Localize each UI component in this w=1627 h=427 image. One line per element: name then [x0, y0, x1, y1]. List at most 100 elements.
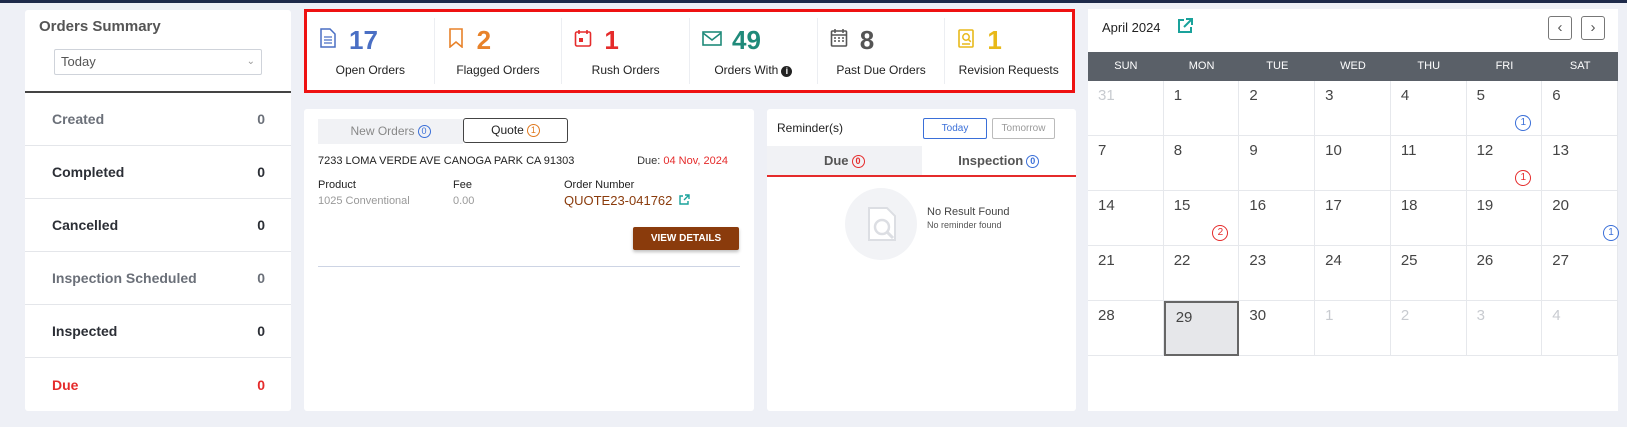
info-icon[interactable]: i	[781, 66, 793, 77]
order-number-link[interactable]: QUOTE23-041762	[564, 193, 691, 209]
calendar-day-number: 26	[1476, 252, 1494, 269]
calendar-day[interactable]: 3	[1315, 81, 1391, 136]
view-details-button[interactable]: VIEW DETAILS	[633, 227, 739, 250]
order-divider	[318, 266, 740, 267]
order-due: Due: 04 Nov, 2024	[637, 155, 728, 167]
chevron-left-icon: ‹	[1557, 19, 1563, 36]
calendar-day[interactable]: 28	[1088, 301, 1164, 356]
calendar-day-number: 25	[1400, 252, 1418, 269]
calendar-day[interactable]: 22	[1163, 246, 1240, 301]
summary-row-completed[interactable]: Completed 0	[25, 146, 291, 199]
stat-label: Rush Orders	[591, 63, 660, 77]
calendar-day[interactable]: 10	[1315, 136, 1391, 191]
weekday-label: THU	[1417, 60, 1441, 72]
stat-flagged-orders[interactable]: 2 Flagged Orders	[435, 18, 563, 84]
stat-label-wrap: Open Orders	[307, 63, 434, 77]
calendar-day[interactable]: 18	[1390, 191, 1467, 246]
tab-new-orders[interactable]: New Orders 0	[318, 119, 463, 144]
stat-open-orders[interactable]: 17 Open Orders	[307, 18, 435, 84]
calendar-day-number: 29	[1175, 309, 1193, 326]
calendar-day[interactable]: 21	[1088, 246, 1164, 301]
calendar-day[interactable]: 3	[1466, 301, 1543, 356]
calendar-day[interactable]: 20 1	[1542, 191, 1619, 246]
summary-row-inspection-scheduled[interactable]: Inspection Scheduled 0	[25, 252, 291, 305]
calendar-day-today[interactable]: 29	[1163, 301, 1240, 356]
stat-value: 1	[987, 25, 1002, 55]
calendar-day[interactable]: 2	[1390, 301, 1467, 356]
calendar-day[interactable]: 9	[1239, 136, 1316, 191]
calendar-day-number: 3	[1476, 307, 1485, 324]
no-result-subtitle: No reminder found	[927, 220, 1002, 230]
stat-label: Past Due Orders	[836, 63, 926, 77]
no-result-illustration	[845, 188, 917, 260]
calendar-day[interactable]: 25	[1390, 246, 1467, 301]
calendar-day[interactable]: 14	[1088, 191, 1164, 246]
calendar-day[interactable]: 1	[1315, 301, 1391, 356]
calendar-day[interactable]: 8	[1163, 136, 1240, 191]
calendar-day[interactable]: 4	[1542, 301, 1618, 356]
calendar-day-number: 17	[1325, 197, 1342, 214]
calendar-day-badge[interactable]: 1	[1515, 170, 1532, 186]
summary-row-value: 0	[257, 376, 265, 393]
calendar-day-number: 23	[1249, 252, 1267, 269]
reminder-today-button[interactable]: Today	[923, 118, 987, 139]
stat-orders-with[interactable]: 49 Orders With i	[690, 18, 818, 84]
calendar-day-number: 1	[1173, 87, 1183, 104]
calendar-day-number: 2	[1249, 87, 1258, 104]
tab-inspection[interactable]: Inspection 0	[922, 146, 1077, 175]
calendar-day[interactable]: 13	[1542, 136, 1618, 191]
calendar-day[interactable]: 12 1	[1466, 136, 1543, 191]
external-link-icon[interactable]	[678, 194, 691, 209]
stats-strip: 17 Open Orders 2 Flagged Orders 1 Rush Orders…	[304, 9, 1075, 93]
calendar-day[interactable]: 6	[1542, 81, 1618, 136]
calendar-day[interactable]: 1	[1163, 81, 1240, 136]
calendar-day[interactable]: 4	[1390, 81, 1467, 136]
calendar-day[interactable]: 27	[1542, 246, 1618, 301]
summary-row-inspected[interactable]: Inspected 0	[25, 305, 291, 358]
calendar-day[interactable]: 7	[1088, 136, 1164, 191]
calendar-title: April 2024	[1102, 20, 1161, 35]
calendar-day[interactable]: 11	[1390, 136, 1467, 191]
calendar-day-badge[interactable]: 2	[1212, 225, 1229, 241]
stat-value: 2	[476, 25, 492, 55]
stat-past-due-orders[interactable]: 8 Past Due Orders	[818, 18, 946, 84]
calendar-day[interactable]: 30	[1239, 301, 1316, 356]
calendar-day-number: 18	[1400, 197, 1418, 214]
calendar-day[interactable]: 31	[1088, 81, 1164, 136]
calendar-day[interactable]: 17	[1315, 191, 1391, 246]
calendar-day[interactable]: 16	[1239, 191, 1316, 246]
calendar-next-button[interactable]: ›	[1581, 16, 1605, 40]
stat-revision-requests[interactable]: 1 Revision Requests	[945, 18, 1072, 84]
tab-quote[interactable]: Quote 1	[463, 118, 568, 143]
weekday-label: SAT	[1569, 60, 1591, 72]
summary-row-created[interactable]: Created 0	[25, 93, 291, 146]
summary-row-cancelled[interactable]: Cancelled 0	[25, 199, 291, 252]
stat-rush-orders[interactable]: 1 Rush Orders	[562, 18, 691, 84]
calendar-day[interactable]: 26	[1466, 246, 1543, 301]
calendar-day[interactable]: 15 2	[1163, 191, 1240, 246]
tab-due[interactable]: Due 0	[767, 146, 922, 175]
external-link-icon[interactable]	[1176, 17, 1194, 40]
fee-label: Fee	[453, 179, 472, 191]
reminder-tomorrow-button[interactable]: Tomorrow	[992, 118, 1055, 139]
stat-label: Orders With	[714, 63, 779, 77]
calendar-day[interactable]: 19	[1466, 191, 1543, 246]
calendar-day-badge[interactable]: 1	[1515, 115, 1532, 131]
calendar-day-number: 31	[1098, 87, 1115, 104]
summary-filter-select[interactable]: Today ⌄	[54, 49, 262, 75]
summary-row-label: Created	[52, 111, 105, 127]
calendar-day-number: 8	[1173, 142, 1183, 159]
stat-label: Flagged Orders	[456, 63, 540, 77]
calendar-day[interactable]: 24	[1315, 246, 1391, 301]
order-number-label: Order Number	[564, 179, 635, 191]
calendar-day[interactable]: 51	[1466, 81, 1543, 136]
summary-row-due[interactable]: Due 0	[25, 358, 291, 411]
calendar-day[interactable]: 2	[1239, 81, 1316, 136]
orders-summary-card: Orders Summary Today ⌄ Created 0 Completed…	[25, 10, 291, 411]
order-due-date: 04 Nov, 2024	[663, 155, 728, 167]
calendar-day-badge[interactable]: 1	[1603, 225, 1619, 241]
calendar-prev-button[interactable]: ‹	[1548, 16, 1572, 40]
calendar-card: April 2024 ‹ › SUN MON TUE WED THU FRI SAT 31 1…	[1088, 9, 1619, 411]
calendar-day[interactable]: 23	[1239, 246, 1316, 301]
weekday-label: TUE	[1266, 60, 1289, 72]
